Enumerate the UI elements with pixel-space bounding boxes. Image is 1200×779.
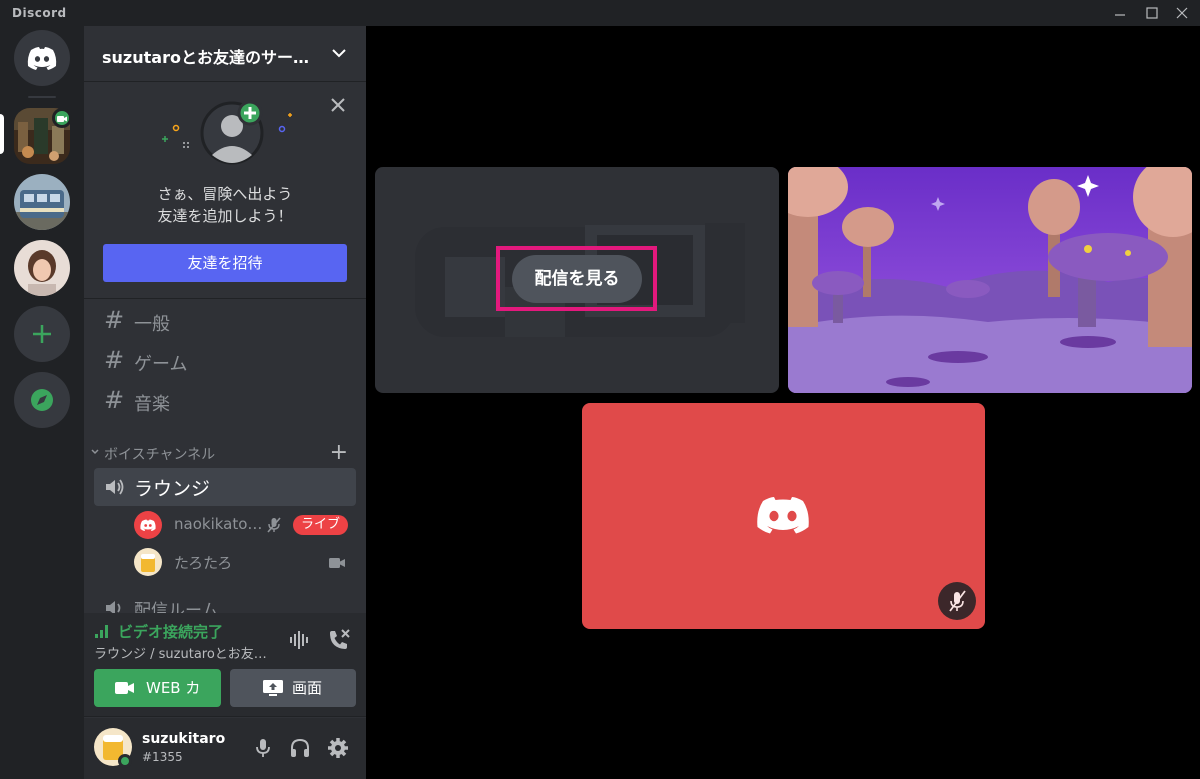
- avatar: [134, 511, 162, 539]
- discord-logo-icon: [27, 47, 57, 70]
- channel-sidebar: suzutaroとお友達のサー… さぁ、冒険へ出よう 友達を追加しよう！ 友達を…: [84, 26, 366, 779]
- maximize-icon: [1146, 7, 1158, 19]
- gear-icon[interactable]: [326, 736, 350, 760]
- voice-user-row[interactable]: たろたろ: [134, 546, 356, 580]
- avatar: [134, 548, 162, 576]
- voice-category-label: ボイスチャンネル: [104, 447, 216, 463]
- avatar-image: [134, 548, 162, 576]
- disconnect-call-icon[interactable]: [326, 627, 352, 651]
- server-photo-train: [14, 174, 70, 230]
- app-title: Discord: [12, 6, 67, 20]
- minimize-icon: [1115, 14, 1125, 16]
- server-header[interactable]: suzutaroとお友達のサー…: [84, 26, 366, 82]
- add-friend-illustration-icon: [162, 100, 292, 165]
- voice-channel-stream-room[interactable]: 配信ルーム: [94, 596, 356, 614]
- voice-channel-lounge[interactable]: ラウンジ: [94, 468, 356, 506]
- close-icon[interactable]: [328, 95, 348, 115]
- voice-connection-panel: ビデオ接続完了 ラウンジ / suzutaroとお友… WEB カ 画面: [84, 613, 366, 717]
- voice-channel-name: ラウンジ: [134, 478, 211, 500]
- close-window-button[interactable]: [1167, 3, 1197, 23]
- discord-logo-icon: [140, 519, 156, 531]
- game-scene-image: [788, 167, 1192, 393]
- user-video-tile[interactable]: [582, 403, 985, 629]
- close-icon: [1176, 7, 1188, 19]
- rail-separator: [28, 96, 56, 98]
- username: suzukitaro: [142, 731, 226, 747]
- channel-game[interactable]: # ゲーム: [94, 342, 356, 378]
- voice-channel-name: 配信ルーム: [134, 601, 219, 614]
- live-badge: ライブ: [292, 515, 348, 535]
- muted-mic-icon: [267, 517, 281, 533]
- invite-friends-button[interactable]: 友達を招待: [103, 244, 347, 282]
- server-icon-train[interactable]: [14, 174, 70, 230]
- camera-button-label: WEB カ: [146, 679, 201, 697]
- hashtag-icon: #: [104, 346, 125, 374]
- screen-share-label: 画面: [292, 679, 323, 697]
- channel-name: 一般: [134, 314, 170, 335]
- channel-name: 音楽: [134, 394, 170, 415]
- server-rail: [0, 26, 84, 779]
- server-name: suzutaroとお友達のサー…: [102, 48, 309, 67]
- plus-icon: [33, 325, 51, 343]
- voice-user-row[interactable]: naokikato… ライブ: [134, 509, 356, 543]
- channel-general[interactable]: # 一般: [94, 302, 356, 338]
- camera-icon: [329, 558, 345, 568]
- video-live-badge: [52, 108, 72, 128]
- video-stage: 配信を見る: [366, 26, 1200, 779]
- voice-user-name: たろたろ: [174, 554, 233, 572]
- compass-icon: [31, 389, 53, 411]
- user-panel: suzukitaro #1355: [84, 718, 366, 779]
- chevron-down-icon: [332, 49, 346, 58]
- title-bar: Discord: [0, 0, 1200, 26]
- muted-badge: [938, 582, 976, 620]
- muted-mic-icon: [949, 590, 966, 612]
- create-channel-plus-icon[interactable]: +: [330, 440, 348, 465]
- online-status-indicator: [118, 754, 132, 768]
- invite-message-line1: さぁ、冒険へ出よう: [157, 185, 293, 203]
- speaker-icon: [106, 479, 124, 495]
- camera-button[interactable]: WEB カ: [94, 669, 221, 707]
- server-icon-person[interactable]: [14, 240, 70, 296]
- headphones-icon[interactable]: [288, 736, 312, 760]
- voice-user-name: naokikato…: [174, 515, 263, 533]
- home-button[interactable]: [14, 30, 70, 86]
- hashtag-icon: #: [104, 306, 125, 334]
- stream-preview-tile[interactable]: 配信を見る: [375, 167, 779, 393]
- highlight-annotation: [496, 246, 657, 311]
- voice-category-header[interactable]: ボイスチャンネル +: [90, 440, 360, 465]
- invite-card: さぁ、冒険へ出よう 友達を追加しよう！ 友達を招待: [84, 83, 366, 299]
- channel-music[interactable]: # 音楽: [94, 382, 356, 418]
- connection-status: ビデオ接続完了: [118, 623, 224, 641]
- hashtag-icon: #: [104, 386, 125, 414]
- signal-bars-icon[interactable]: [94, 623, 112, 639]
- noise-suppression-icon[interactable]: [288, 629, 312, 651]
- invite-message-line2: 友達を追加しよう！: [157, 207, 293, 225]
- channel-name: ゲーム: [134, 354, 188, 375]
- user-discriminator: #1355: [142, 750, 183, 764]
- camera-icon: [115, 682, 134, 694]
- selected-server-indicator: [0, 114, 4, 154]
- explore-servers-button[interactable]: [14, 372, 70, 428]
- server-photo-person: [14, 240, 70, 296]
- connection-location[interactable]: ラウンジ / suzutaroとお友…: [94, 643, 267, 662]
- maximize-button[interactable]: [1137, 3, 1167, 23]
- microphone-icon[interactable]: [251, 736, 275, 760]
- chevron-down-icon: [91, 449, 99, 455]
- add-server-button[interactable]: [14, 306, 70, 362]
- discord-logo-icon: [757, 497, 809, 534]
- speaker-icon: [106, 601, 121, 614]
- camera-icon: [57, 116, 67, 122]
- screen-share-icon: [263, 680, 283, 696]
- screen-share-button[interactable]: 画面: [230, 669, 356, 707]
- minimize-button[interactable]: [1105, 3, 1135, 23]
- game-stream-tile[interactable]: [788, 167, 1192, 393]
